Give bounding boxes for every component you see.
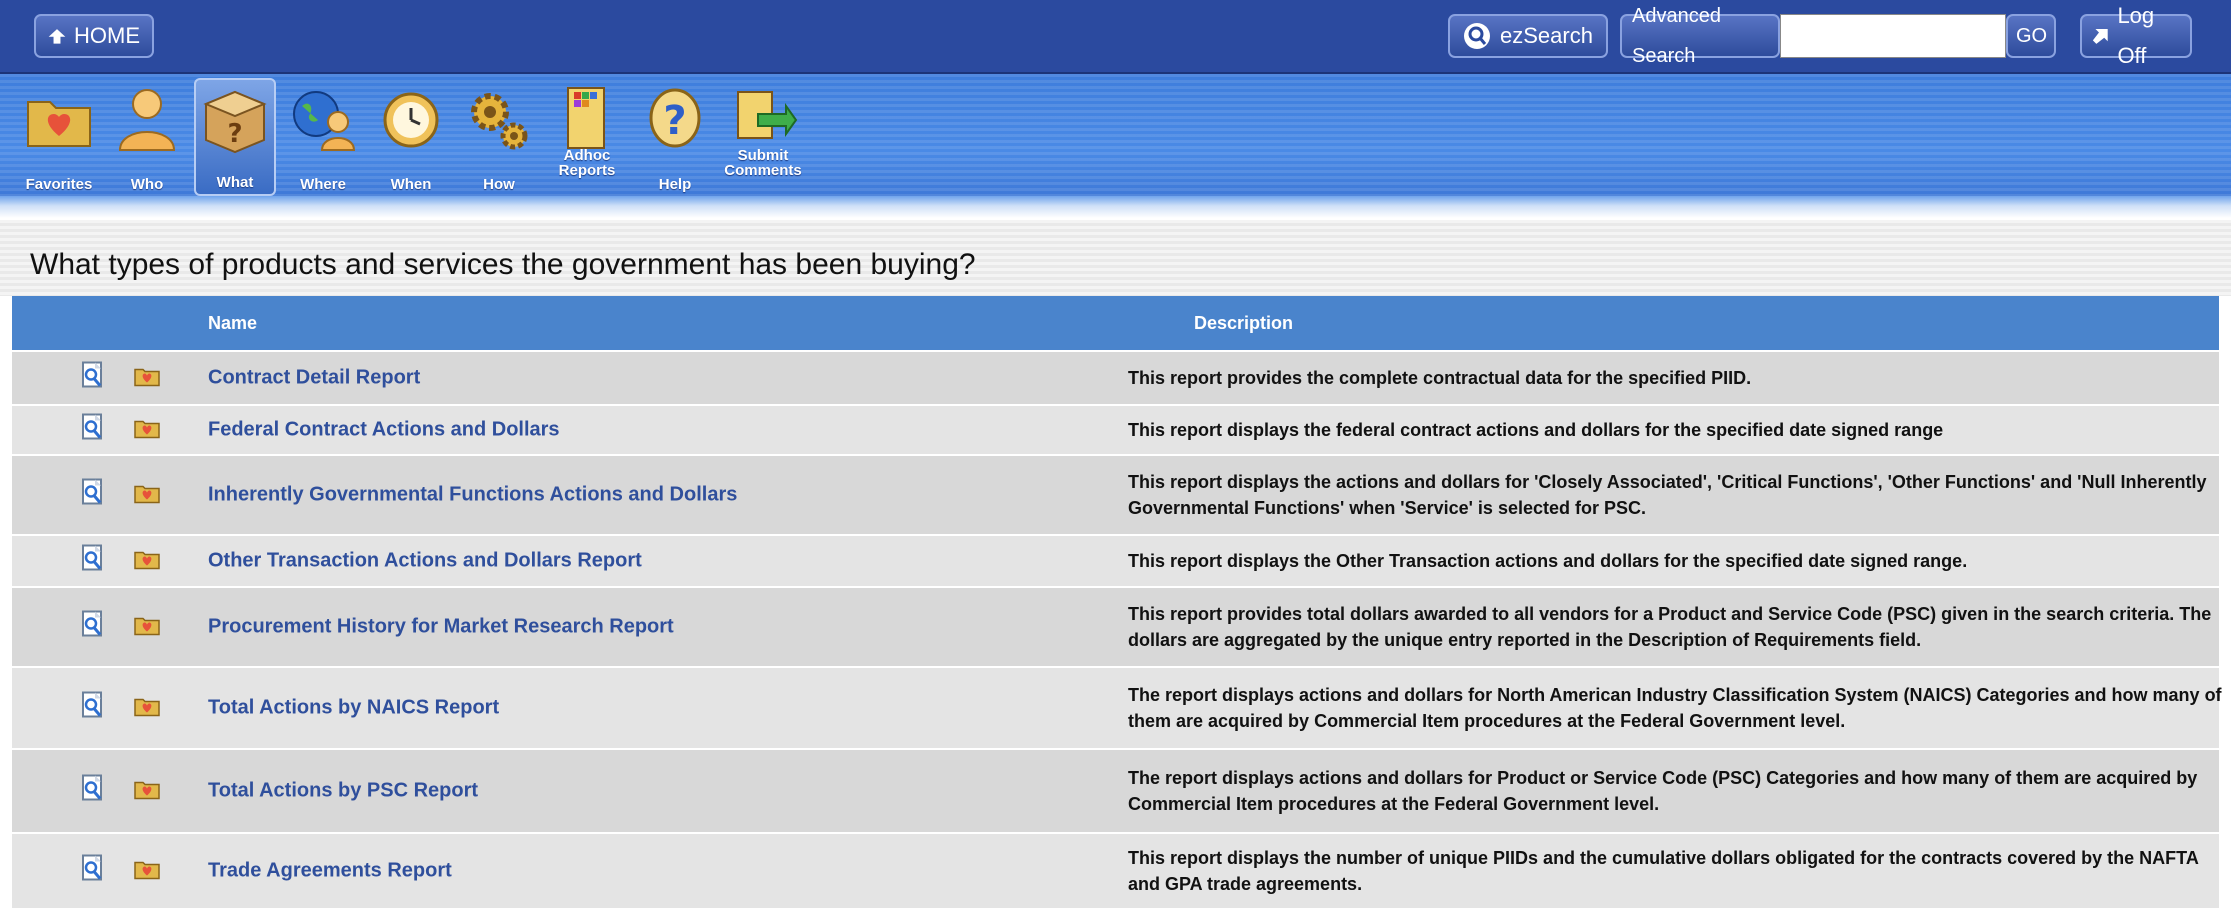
row-actions: [82, 774, 160, 808]
report-description: This report displays the federal contrac…: [1128, 420, 1944, 440]
top-navigation-bar: HOME ezSearch Advanced Search GO Log Off: [0, 0, 2231, 74]
report-description: This report displays the actions and dol…: [1128, 472, 2207, 518]
row-actions: [82, 413, 160, 447]
submit-comments-icon: [737, 91, 798, 139]
icon-toolbar: Favorites Who ? What Where When How Adho…: [0, 74, 2231, 202]
globe-person-icon: [293, 91, 356, 151]
report-name-link[interactable]: Inherently Governmental Functions Action…: [208, 484, 737, 507]
ezsearch-icon: [1464, 23, 1490, 49]
view-report-icon[interactable]: [82, 691, 104, 725]
svg-text:?: ?: [663, 98, 686, 144]
table-row: Contract Detail Report This report provid…: [12, 352, 2219, 404]
report-description: The report displays actions and dollars …: [1128, 685, 2222, 731]
toolbar-item-where[interactable]: Where: [282, 78, 364, 196]
view-report-icon[interactable]: [82, 361, 104, 395]
toolbar-item-help[interactable]: ? Help: [634, 78, 716, 196]
svg-text:?: ?: [227, 119, 242, 149]
gears-icon: [471, 93, 528, 150]
table-row: Total Actions by NAICS Report The report …: [12, 668, 2222, 748]
add-favorite-icon[interactable]: [134, 614, 160, 641]
toolbar-label: Submit Comments: [724, 147, 802, 179]
add-favorite-icon[interactable]: [134, 548, 160, 575]
column-header-name: Name: [208, 313, 258, 333]
home-arrow-icon: [48, 29, 66, 44]
arrow-up-right-icon: [2092, 29, 2108, 44]
view-report-icon[interactable]: [82, 413, 104, 447]
ezsearch-button[interactable]: ezSearch: [1448, 14, 1608, 58]
help-icon: ?: [649, 88, 701, 148]
row-actions: [82, 854, 160, 888]
toolbar-item-when[interactable]: When: [370, 78, 452, 196]
toolbar-divider: [0, 196, 2231, 218]
report-name-link[interactable]: Procurement History for Market Research …: [208, 616, 674, 639]
person-icon: [118, 89, 176, 151]
toolbar-item-how[interactable]: How: [458, 78, 540, 196]
ezsearch-label: ezSearch: [1500, 23, 1593, 48]
toolbar-item-favorites[interactable]: Favorites: [18, 78, 100, 196]
report-name-link[interactable]: Trade Agreements Report: [208, 860, 452, 883]
add-favorite-icon[interactable]: [134, 365, 160, 392]
report-description: The report displays actions and dollars …: [1128, 768, 2198, 814]
add-favorite-icon[interactable]: [134, 695, 160, 722]
toolbar-item-who[interactable]: Who: [106, 78, 188, 196]
table-row: Total Actions by PSC Report The report di…: [12, 750, 2219, 832]
report-name-link[interactable]: Total Actions by PSC Report: [208, 780, 478, 803]
report-description: This report displays the number of uniqu…: [1128, 848, 2199, 894]
search-input[interactable]: [1780, 14, 2006, 58]
box-question-icon: ?: [203, 90, 267, 154]
add-favorite-icon[interactable]: [134, 417, 160, 444]
view-report-icon[interactable]: [82, 854, 104, 888]
clock-icon: [383, 92, 439, 148]
row-actions: [82, 610, 160, 644]
go-label: GO: [2016, 25, 2048, 47]
table-row: Inherently Governmental Functions Action…: [12, 456, 2219, 534]
log-off-label: Log Off: [2117, 3, 2155, 68]
toolbar-label: Adhoc Reports: [558, 147, 616, 179]
add-favorite-icon[interactable]: [134, 778, 160, 805]
log-off-button[interactable]: Log Off: [2080, 3, 2192, 68]
toolbar-label: How: [483, 176, 515, 193]
folder-heart-icon: [27, 101, 91, 147]
toolbar-item-what[interactable]: ? What: [194, 78, 276, 196]
toolbar-label: Where: [300, 176, 346, 193]
row-actions: [82, 478, 160, 512]
view-report-icon[interactable]: [82, 774, 104, 808]
report-name-link[interactable]: Total Actions by NAICS Report: [208, 697, 499, 720]
home-label: HOME: [74, 23, 140, 48]
row-actions: [82, 544, 160, 578]
view-report-icon[interactable]: [82, 610, 104, 644]
page-title: What types of products and services the …: [30, 248, 976, 281]
add-favorite-icon[interactable]: [134, 482, 160, 509]
toolbar-label: Who: [130, 176, 164, 193]
column-header-description: Description: [1194, 313, 1294, 333]
report-description: This report provides the complete contra…: [1128, 368, 1752, 388]
add-favorite-icon[interactable]: [134, 858, 160, 885]
go-button[interactable]: GO: [2006, 14, 2056, 58]
report-name-link[interactable]: Contract Detail Report: [208, 367, 420, 390]
advanced-search-button[interactable]: Advanced Search: [1620, 5, 1780, 67]
toolbar-label: Help: [658, 176, 692, 193]
table-row: Other Transaction Actions and Dollars Re…: [12, 536, 2219, 586]
report-grid-icon: [567, 87, 605, 149]
report-name-link[interactable]: Other Transaction Actions and Dollars Re…: [208, 550, 642, 573]
table-row: Federal Contract Actions and Dollars This…: [12, 406, 2219, 454]
toolbar-label: When: [390, 176, 432, 193]
advanced-search-label: Advanced Search: [1632, 5, 1721, 67]
toolbar-item-adhoc-reports[interactable]: Adhoc Reports: [546, 78, 628, 196]
row-actions: [82, 361, 160, 395]
view-report-icon[interactable]: [82, 544, 104, 578]
row-actions: [82, 691, 160, 725]
toolbar-label: What: [216, 174, 254, 191]
toolbar-item-submit-comments[interactable]: Submit Comments: [722, 78, 804, 196]
table-row: Procurement History for Market Research …: [12, 588, 2219, 666]
toolbar-label: Favorites: [25, 176, 93, 193]
report-description: This report displays the Other Transacti…: [1128, 551, 1968, 571]
table-row: Trade Agreements Report This report displ…: [12, 834, 2219, 908]
home-button[interactable]: HOME: [34, 14, 154, 58]
view-report-icon[interactable]: [82, 478, 104, 512]
report-description: This report provides total dollars award…: [1128, 604, 2212, 650]
report-name-link[interactable]: Federal Contract Actions and Dollars: [208, 419, 560, 442]
reports-table-header: Name Description: [12, 296, 2219, 350]
